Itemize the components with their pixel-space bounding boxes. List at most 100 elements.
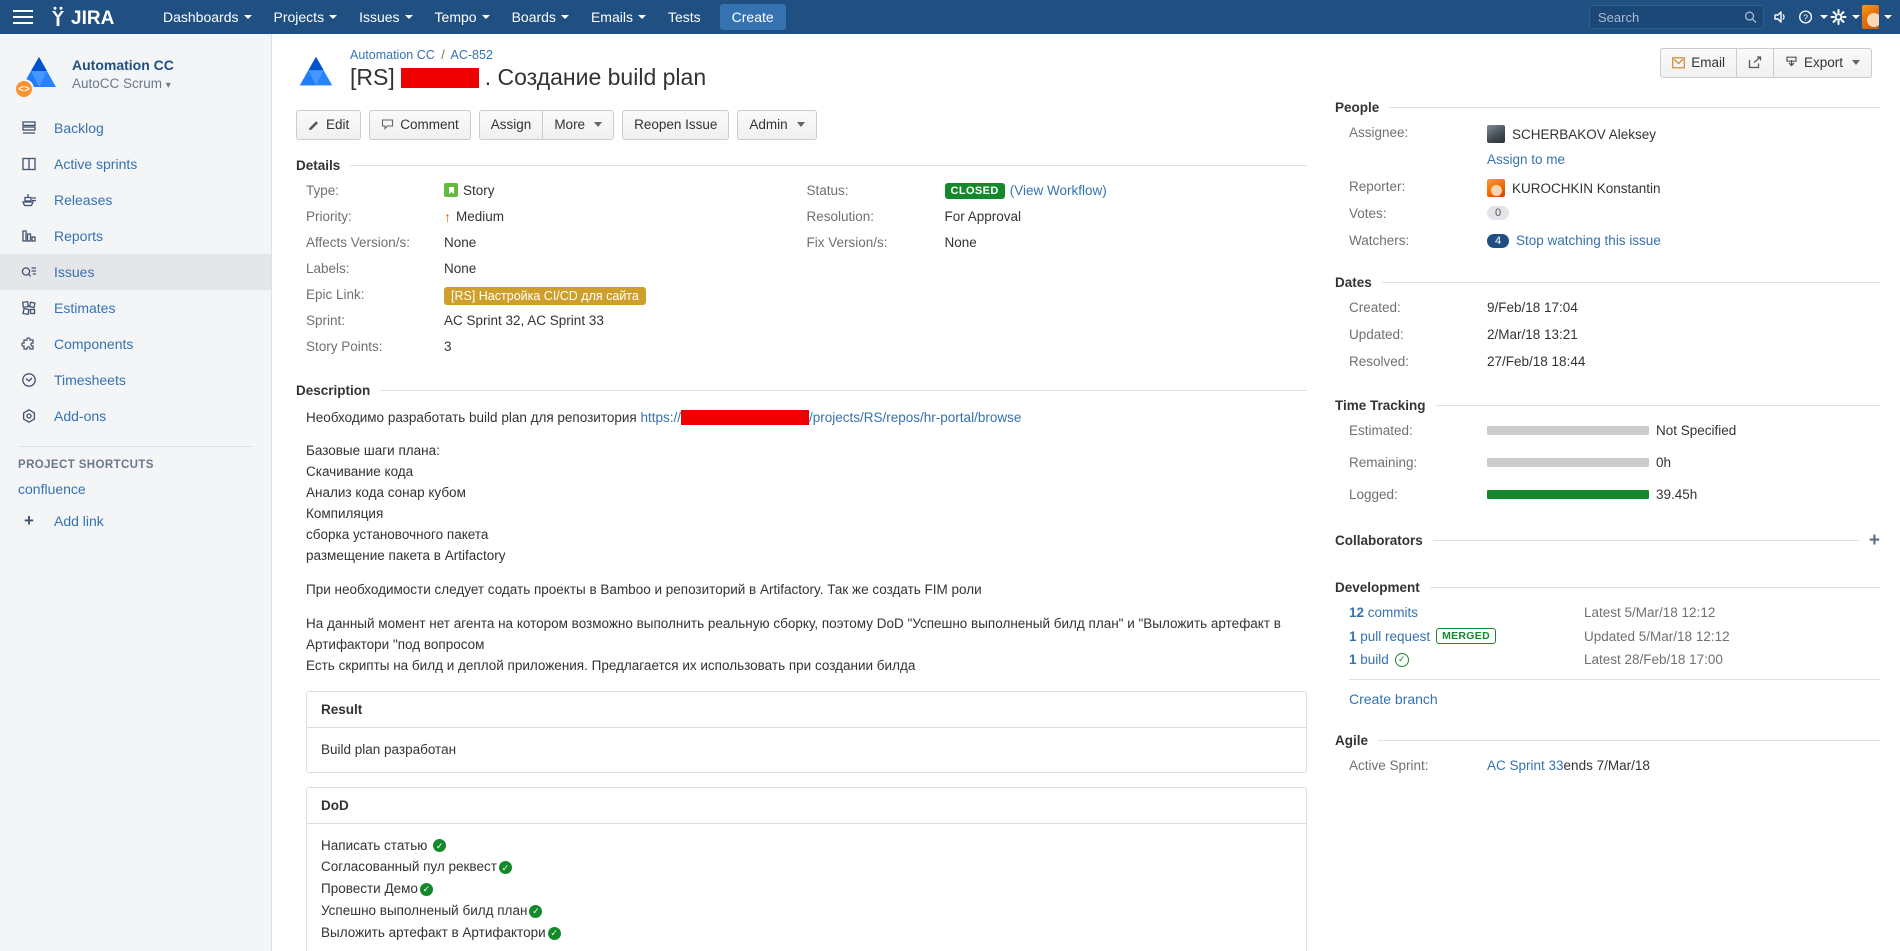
dod-item: Выложить артефакт в Артифактори ✓ bbox=[321, 922, 1292, 944]
add-link-button[interactable]: + Add link bbox=[0, 505, 271, 537]
sidebar-item-components[interactable]: Components bbox=[0, 326, 271, 362]
board-selector[interactable]: AutoCC Scrum ▾ bbox=[72, 75, 174, 94]
comment-button[interactable]: Comment bbox=[369, 110, 471, 140]
edit-button[interactable]: Edit bbox=[296, 110, 362, 140]
nav-item-tempo[interactable]: Tempo bbox=[425, 2, 500, 32]
create-branch-link[interactable]: Create branch bbox=[1349, 691, 1438, 707]
sidebar-item-addons[interactable]: Add-ons bbox=[0, 398, 271, 434]
search-input[interactable] bbox=[1596, 8, 1745, 26]
shortcut-confluence[interactable]: confluence bbox=[18, 481, 86, 497]
nav-label: Tempo bbox=[434, 9, 477, 25]
issue-title-suffix: . Создание build plan bbox=[484, 64, 707, 90]
view-workflow-link[interactable]: (View Workflow) bbox=[1010, 183, 1107, 198]
build-success-icon: ✓ bbox=[1394, 652, 1409, 667]
help-icon[interactable]: ? bbox=[1798, 0, 1828, 34]
agile-row-active-sprint: Active Sprint: AC Sprint 33 ends 7/Mar/1… bbox=[1349, 758, 1880, 776]
code-badge-icon: <> bbox=[14, 79, 34, 99]
issue-actions-toolbar: Edit Comment Assign More Reopen Issue Ad… bbox=[296, 110, 1307, 140]
time-row-logged: Logged: 39.45h bbox=[1349, 487, 1880, 505]
megaphone-icon[interactable] bbox=[1766, 0, 1796, 34]
repo-link[interactable]: https:// /projects/RS/repos/hr-portal/bro… bbox=[640, 410, 1021, 426]
field-label: Votes: bbox=[1349, 206, 1387, 221]
comment-bubble-icon bbox=[382, 119, 394, 131]
create-button[interactable]: Create bbox=[719, 4, 786, 30]
dod-text: Успешно выполненый билд план bbox=[321, 903, 528, 919]
pull-request-link[interactable]: 1 pull request bbox=[1349, 629, 1430, 644]
nav-label: Issues bbox=[359, 9, 400, 25]
status-badge: CLOSED bbox=[944, 182, 1005, 199]
sidebar-item-label: Releases bbox=[54, 192, 113, 208]
reopen-issue-button[interactable]: Reopen Issue bbox=[622, 110, 730, 140]
sidebar-item-reports[interactable]: Reports bbox=[0, 218, 271, 254]
project-avatar: <> bbox=[14, 54, 60, 99]
nav-item-projects[interactable]: Projects bbox=[264, 2, 348, 32]
button-label: Assign bbox=[490, 117, 532, 132]
detail-value: For Approval bbox=[944, 208, 1022, 224]
nav-item-emails[interactable]: Emails bbox=[581, 2, 656, 32]
sprint-end-text: ends 7/Mar/18 bbox=[1563, 758, 1650, 773]
sidebar-item-active-sprints[interactable]: Active sprints bbox=[0, 146, 271, 182]
sidebar-item-backlog[interactable]: Backlog bbox=[0, 110, 271, 146]
jira-logo[interactable]: JIRA bbox=[46, 5, 134, 29]
nav-item-boards[interactable]: Boards bbox=[502, 2, 579, 32]
add-collaborator-icon[interactable]: + bbox=[1869, 531, 1880, 550]
stop-watching-link[interactable]: Stop watching this issue bbox=[1516, 233, 1661, 248]
search-icon[interactable] bbox=[1744, 10, 1757, 24]
nav-item-issues[interactable]: Issues bbox=[349, 2, 422, 32]
nav-item-dashboards[interactable]: Dashboards bbox=[153, 2, 262, 32]
nav-item-tests[interactable]: Tests bbox=[658, 2, 711, 32]
check-circle-icon: ✓ bbox=[433, 839, 447, 853]
agile-section-header: Agile bbox=[1335, 733, 1880, 748]
admin-button[interactable]: Admin bbox=[737, 110, 817, 140]
build-count: 1 bbox=[1349, 652, 1357, 667]
time-tracking-section-header: Time Tracking bbox=[1335, 398, 1880, 413]
user-avatar-menu[interactable] bbox=[1862, 0, 1892, 34]
sidebar-item-estimates[interactable]: Estimates bbox=[0, 290, 271, 326]
button-label: Export bbox=[1803, 55, 1843, 70]
sidebar-item-label: Components bbox=[54, 336, 134, 352]
section-title: Time Tracking bbox=[1335, 398, 1426, 413]
email-button[interactable]: Email bbox=[1660, 48, 1737, 78]
dod-panel: DoD Написать статью ✓ Согласованный пул … bbox=[306, 786, 1307, 951]
dod-panel-body: Написать статью ✓ Согласованный пул рекв… bbox=[307, 824, 1306, 951]
build-link[interactable]: 1 build bbox=[1349, 652, 1389, 667]
step-item: размещение пакета в Artifactory bbox=[306, 548, 506, 564]
dod-panel-header: DoD bbox=[307, 788, 1306, 824]
people-row-assign-to-me: Assign to me bbox=[1349, 152, 1880, 170]
menu-toggle-icon[interactable] bbox=[10, 7, 36, 27]
breadcrumb-project-link[interactable]: Automation CC bbox=[350, 48, 435, 62]
step-item: Анализ кода сонар кубом bbox=[306, 485, 466, 501]
dates-body: Created: 9/Feb/18 17:04 Updated: 2/Mar/1… bbox=[1335, 300, 1880, 372]
export-button[interactable]: Export bbox=[1772, 48, 1872, 78]
check-circle-icon: ✓ bbox=[529, 905, 543, 919]
active-sprint-link[interactable]: AC Sprint 33 bbox=[1487, 758, 1564, 773]
chevron-down-icon bbox=[637, 15, 646, 19]
settings-icon[interactable] bbox=[1830, 0, 1860, 34]
sidebar-divider bbox=[18, 446, 253, 447]
detail-row-resolution: Resolution: For Approval bbox=[807, 209, 1308, 227]
assign-button[interactable]: Assign bbox=[478, 110, 544, 140]
commits-link[interactable]: 12 commits bbox=[1349, 605, 1418, 620]
detail-label: Epic Link: bbox=[306, 286, 365, 302]
sidebar-item-label: Backlog bbox=[54, 120, 104, 136]
assign-more-group: Assign More bbox=[478, 110, 615, 140]
merged-badge: MERGED bbox=[1436, 628, 1496, 644]
details-grid: Type: Story Priority: ↑ Medium Affects V… bbox=[296, 182, 1308, 365]
section-title: People bbox=[1335, 100, 1380, 115]
sidebar-item-timesheets[interactable]: Timesheets bbox=[0, 362, 271, 398]
sidebar-item-releases[interactable]: Releases bbox=[0, 182, 271, 218]
field-label: Assignee: bbox=[1349, 125, 1409, 140]
sidebar-item-issues[interactable]: Issues bbox=[0, 254, 271, 290]
comment-group: Comment bbox=[369, 110, 471, 140]
assign-to-me-link[interactable]: Assign to me bbox=[1487, 152, 1565, 167]
puzzle-icon bbox=[18, 334, 40, 354]
breadcrumb-issue-link[interactable]: AC-852 bbox=[451, 48, 493, 62]
share-button[interactable] bbox=[1735, 48, 1774, 78]
nav-label: Dashboards bbox=[163, 9, 239, 25]
share-icon bbox=[1748, 56, 1762, 69]
more-button[interactable]: More bbox=[542, 110, 615, 140]
build-timestamp: Latest 28/Feb/18 17:00 bbox=[1584, 652, 1723, 667]
issue-project-avatar bbox=[296, 54, 336, 94]
search-box[interactable] bbox=[1589, 5, 1764, 29]
epic-link-badge[interactable]: [RS] Настройка CI/CD для сайта bbox=[444, 286, 646, 305]
